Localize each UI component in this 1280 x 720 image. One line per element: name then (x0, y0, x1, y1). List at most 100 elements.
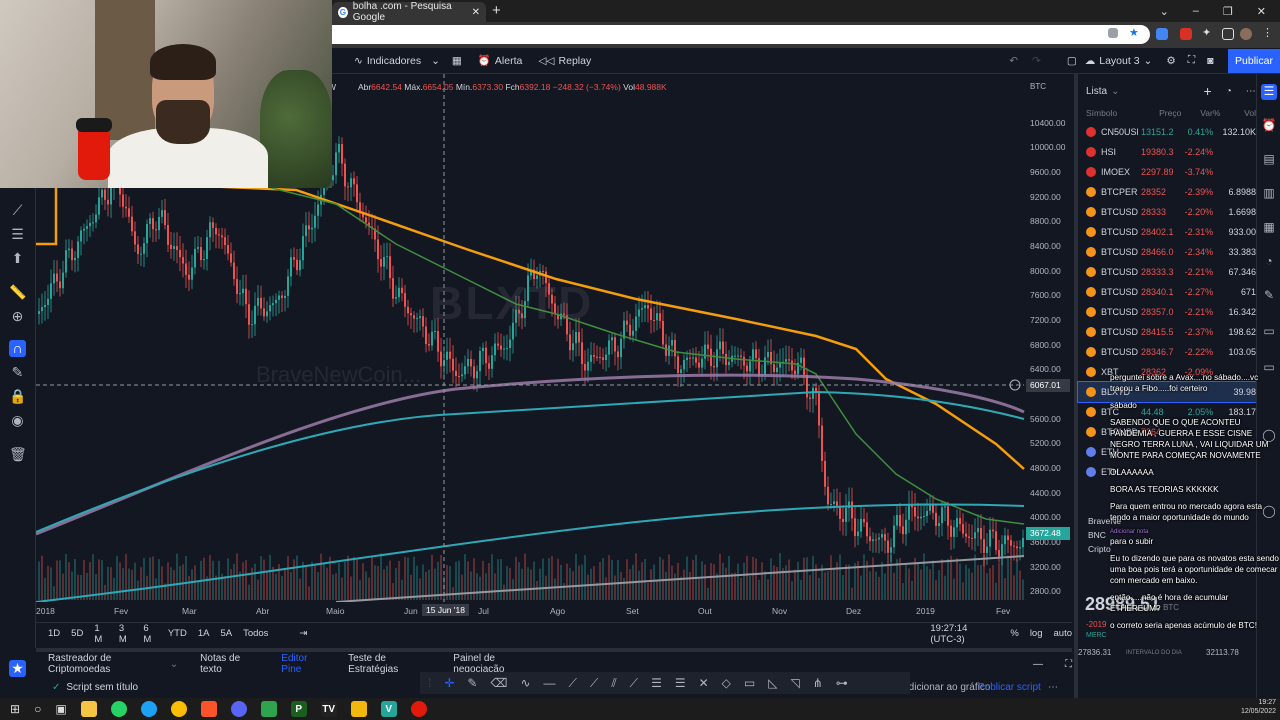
price-axis[interactable]: BTC 10400.00 10000.00 9600.00 9200.00 8800.0… (1024, 74, 1072, 602)
whatsapp-icon[interactable] (110, 701, 127, 717)
col-change[interactable]: Var% (1191, 108, 1220, 122)
range-1d[interactable]: 1D (48, 628, 60, 639)
watchlist-row[interactable]: BTCPERP28352 -2.39% 6.8988 (1078, 182, 1256, 202)
watchlist-row[interactable]: BTCUSD 28415.5 -2.37% 198.62 (1078, 322, 1256, 342)
star-icon[interactable]: ★ (1129, 26, 1141, 39)
publish-button[interactable]: Publicar (1228, 49, 1280, 73)
ruler-tool-icon[interactable]: 📏 (9, 284, 26, 301)
range-3m[interactable]: 3 M (119, 623, 133, 645)
horizontal-line-icon[interactable]: — (544, 676, 556, 690)
v-app-icon[interactable]: V (380, 701, 397, 717)
translate-icon[interactable] (1156, 28, 1168, 40)
minimize-icon[interactable]: – (1193, 5, 1199, 17)
crosshair-icon[interactable]: ✛ (444, 676, 454, 690)
calendar-icon[interactable]: ▦ (1261, 220, 1277, 236)
watchlist-row[interactable]: CN50USD13151.2 0.41% 132.10K (1078, 122, 1256, 142)
col-symbol[interactable]: Símbolo (1086, 108, 1159, 122)
more-options-icon[interactable]: ⋯ (1048, 682, 1058, 693)
close-tab-icon[interactable]: ✕ (472, 7, 480, 18)
app-green-icon[interactable] (260, 701, 277, 717)
eye-icon[interactable]: ◉ (9, 412, 26, 429)
url-input[interactable] (332, 25, 1150, 44)
fib-retracement-icon[interactable]: ☰ (651, 676, 662, 690)
pitchfork-icon[interactable]: ⟋ (630, 676, 638, 691)
binance-icon[interactable] (350, 701, 367, 717)
watchlist-row[interactable]: BTCUSD 28333 -2.20% 1.6698 (1078, 202, 1256, 222)
chrome-icon[interactable] (170, 701, 187, 717)
redo-icon[interactable]: ↷ (1032, 55, 1041, 67)
date-range-icon[interactable]: ⇥ (299, 628, 307, 639)
restore-icon[interactable]: ❐ (1223, 5, 1233, 18)
range-5y[interactable]: 5A (220, 628, 232, 639)
profile-avatar[interactable] (1240, 28, 1252, 40)
arrow-icon[interactable]: ◹ (790, 676, 799, 690)
price-axis-currency[interactable]: BTC (1030, 82, 1046, 91)
fib-tool-icon[interactable]: ☰ (9, 226, 26, 243)
alert-button[interactable]: ⏰ Alerta (478, 54, 523, 68)
search-icon[interactable]: ○ (34, 702, 41, 716)
lock-drawing-icon[interactable]: ✎ (9, 364, 26, 381)
task-view-icon[interactable]: ▣ (55, 702, 66, 716)
zoom-in-icon[interactable]: ⊕ (9, 308, 26, 325)
more-icon[interactable]: ⋯ (1246, 86, 1256, 97)
fib-extension-icon[interactable]: ☰ (675, 676, 686, 690)
file-explorer-icon[interactable] (80, 701, 97, 717)
log-toggle[interactable]: log (1030, 628, 1043, 639)
triangle-icon[interactable]: ◺ (768, 676, 777, 690)
rectangle-icon[interactable]: ▭ (744, 676, 755, 690)
status-time[interactable]: 19:27:14 (UTC-3) (930, 623, 993, 645)
sidepanel-icon[interactable] (1222, 28, 1234, 40)
data-window-icon[interactable]: ▤ (1261, 152, 1277, 168)
watchlist-row[interactable]: HSI 19380.3 -2.24% (1078, 142, 1256, 162)
tab-strategy-tester[interactable]: Teste de Estratégias (348, 653, 431, 675)
profit-icon[interactable]: P (290, 701, 307, 717)
pattern-icon[interactable]: ◇ (722, 676, 731, 690)
ideas-icon[interactable]: ✎ (1261, 288, 1277, 304)
long-position-icon[interactable]: ⊶ (836, 676, 848, 690)
lock-icon[interactable]: 🔒 (9, 388, 26, 405)
watchlist-row[interactable]: BTCUSD 28402.1 -2.31% 933.00 (1078, 222, 1256, 242)
trash-icon[interactable]: 🗑 (9, 446, 27, 463)
gann-icon[interactable]: ✕ (699, 676, 709, 690)
watchlist-row[interactable]: BTCUSD 28346.7 -2.22% 103.05 (1078, 342, 1256, 362)
chevron-down-icon[interactable]: ⌄ (1111, 86, 1119, 97)
share-icon[interactable] (1108, 28, 1118, 38)
auto-toggle[interactable]: auto (1054, 628, 1073, 639)
settings-gear-icon[interactable]: ⚙ (1166, 55, 1175, 67)
replay-button[interactable]: ◁◁ Replay (538, 55, 591, 67)
script-title[interactable]: Script sem título (66, 682, 138, 693)
trend-line-tool-icon[interactable]: ⟋ (9, 202, 26, 219)
hotlist-icon[interactable]: ◔ (1261, 254, 1277, 270)
new-tab-icon[interactable]: + (492, 2, 501, 19)
add-symbol-icon[interactable]: + (1204, 83, 1212, 99)
watchlist-row[interactable]: IMOEX 2297.89 -3.74% (1078, 162, 1256, 182)
windows-start-icon[interactable]: ⊞ (10, 702, 20, 716)
watchlist-row[interactable]: BTCUSD 28333.3 -2.21% 67.346 (1078, 262, 1256, 282)
close-window-icon[interactable]: ✕ (1257, 5, 1266, 18)
chat-icon[interactable]: ▭ (1261, 324, 1277, 340)
brush-tool-icon[interactable]: ⬆ (9, 250, 26, 267)
range-1y[interactable]: 1A (198, 628, 210, 639)
watchlist-row[interactable]: BTCUSD 28357.0 -2.21% 16.342 (1078, 302, 1256, 322)
watchlist-row[interactable]: BTCUSD 28340.1 -2.27% 671 (1078, 282, 1256, 302)
drag-handle-icon[interactable]: ⁞ (428, 676, 431, 690)
range-6m[interactable]: 6 M (143, 623, 157, 645)
percent-toggle[interactable]: % (1010, 628, 1018, 639)
minimize-panel-icon[interactable]: — (1033, 659, 1043, 670)
news-icon[interactable]: ▥ (1261, 186, 1277, 202)
layout-button[interactable]: ☁ Layout 3 ⌄ (1085, 55, 1153, 67)
app-icon[interactable] (140, 701, 157, 717)
path-icon[interactable]: ∿ (520, 676, 530, 690)
favorites-star-icon[interactable]: ★ (9, 660, 26, 677)
brave-icon[interactable] (200, 701, 217, 717)
fullscreen-icon[interactable]: ⛶ (1188, 54, 1195, 67)
chevron-down-icon[interactable]: ⌄ (170, 659, 178, 670)
extended-line-icon[interactable]: ⟋ (590, 676, 598, 691)
clock-icon[interactable]: ◔ (1226, 86, 1232, 97)
range-1m[interactable]: 1 M (94, 623, 108, 645)
opera-icon[interactable] (410, 701, 427, 717)
tab-pine-editor[interactable]: Editor Pine (281, 653, 326, 675)
range-5d[interactable]: 5D (71, 628, 83, 639)
indicators-button[interactable]: ∿ Indicadores ⌄ (354, 55, 440, 67)
camera-icon[interactable]: ◙ (1207, 55, 1213, 67)
